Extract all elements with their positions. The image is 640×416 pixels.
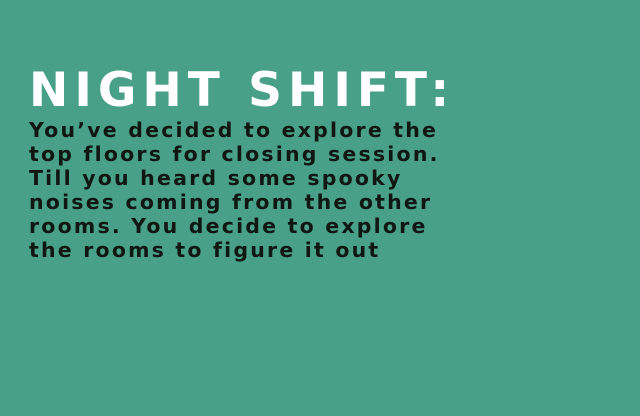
game-title: NIGHT SHIFT: (29, 63, 456, 118)
story-line: Till you heard some spooky (29, 166, 403, 190)
story-line: rooms. You decide to explore (29, 214, 428, 238)
story-line: the rooms to figure it out (29, 238, 381, 262)
story-line: You’ve decided to explore the (29, 118, 439, 142)
story-line: top floors for closing session. (29, 142, 440, 166)
game-intro-screen: NIGHT SHIFT: You’ve decided to explore t… (0, 0, 640, 416)
story-text: You’ve decided to explore the top floors… (29, 118, 440, 262)
story-line: noises coming from the other (29, 190, 433, 214)
